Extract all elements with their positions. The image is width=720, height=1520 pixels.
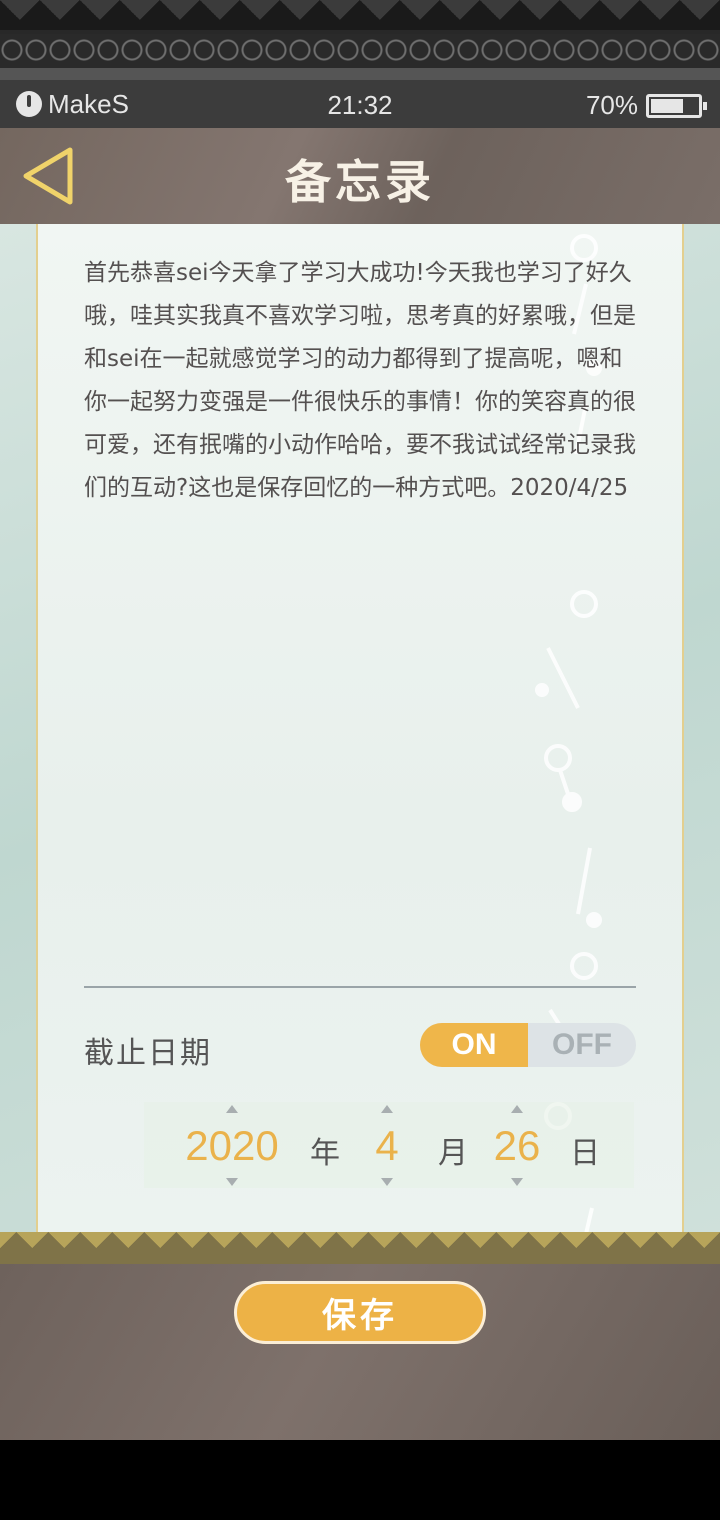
month-up-arrow-icon[interactable] [381, 1105, 393, 1113]
year-down-arrow-icon[interactable] [226, 1178, 238, 1186]
year-up-arrow-icon[interactable] [226, 1105, 238, 1113]
battery-fill [651, 98, 684, 113]
header: 备忘录 [0, 128, 720, 224]
spike-pattern [0, 0, 720, 34]
day-unit: 日 [570, 1136, 600, 1171]
battery-percent: 70% [585, 90, 638, 120]
day-down-arrow-icon[interactable] [511, 1178, 523, 1186]
save-button[interactable]: 保存 [234, 1281, 486, 1344]
page-title: 备忘录 [285, 155, 435, 209]
decoration-bar [0, 68, 720, 80]
deadline-label: 截止日期 [84, 1036, 212, 1071]
day-value[interactable]: 26 [482, 1122, 552, 1170]
year-value[interactable]: 2020 [172, 1122, 292, 1170]
navigation-bar-area [0, 1440, 720, 1520]
deadline-toggle[interactable]: ON OFF [420, 1023, 636, 1067]
lace-pattern [0, 30, 720, 70]
stripe-decoration [0, 1232, 720, 1264]
top-decoration [0, 0, 720, 80]
month-value[interactable]: 4 [357, 1122, 417, 1170]
month-unit: 月 [438, 1136, 468, 1171]
battery-status: 70% [585, 90, 707, 121]
battery-icon [646, 93, 707, 118]
divider [84, 986, 636, 988]
month-down-arrow-icon[interactable] [381, 1178, 393, 1186]
status-bar: MakeS 21:32 70% [0, 80, 720, 128]
toggle-on[interactable]: ON [420, 1023, 528, 1067]
memo-body[interactable]: 首先恭喜sei今天拿了学习大成功!今天我也学习了好久哦，哇其实我真不喜欢学习啦，… [84, 252, 640, 510]
toggle-off[interactable]: OFF [528, 1023, 636, 1067]
day-up-arrow-icon[interactable] [511, 1105, 523, 1113]
year-unit: 年 [310, 1136, 340, 1171]
